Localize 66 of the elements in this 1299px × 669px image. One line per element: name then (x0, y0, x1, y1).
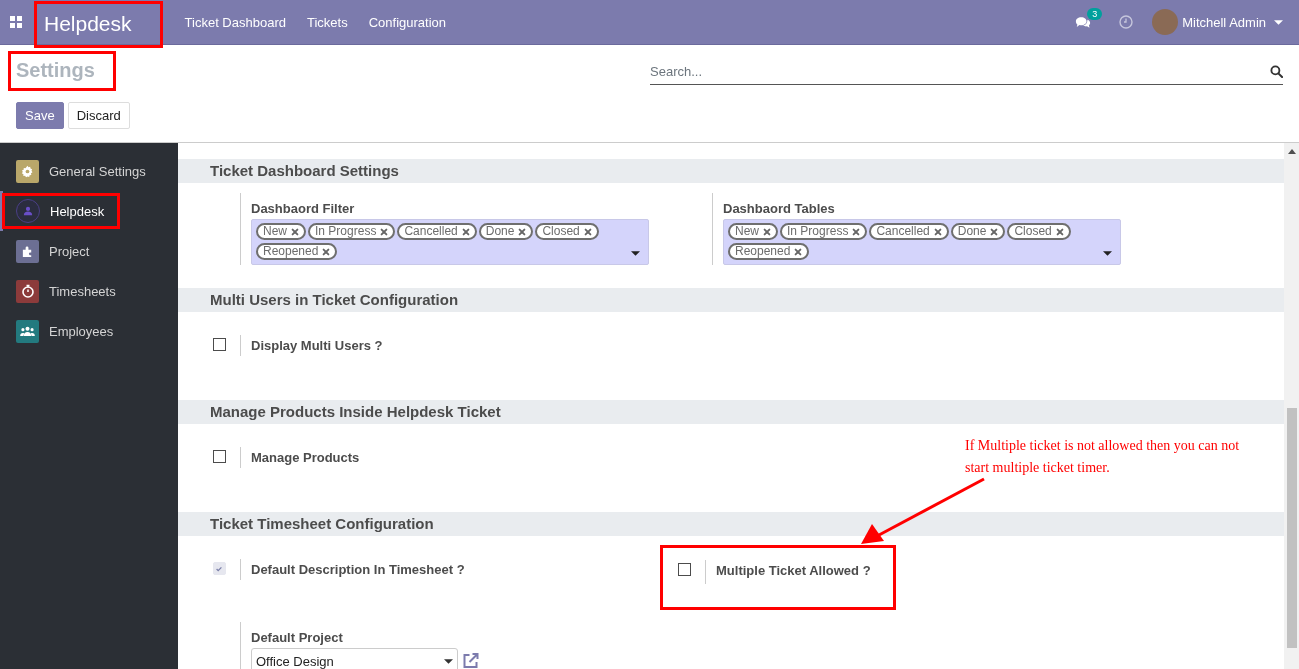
remove-icon[interactable] (794, 247, 803, 256)
external-link-icon[interactable] (461, 652, 480, 669)
setting-label: Default Project (251, 630, 344, 645)
sidebar-item[interactable]: General Settings (0, 151, 178, 191)
setting-label: Default Description In Timesheet ? (251, 562, 466, 577)
project-select[interactable]: Office Design (251, 648, 458, 669)
tag-chip: Reopened (728, 243, 810, 260)
sidebar-item[interactable]: Employees (0, 311, 178, 351)
setting-label: Display Multi Users ? (251, 338, 384, 353)
remove-icon[interactable] (322, 247, 331, 256)
remove-icon[interactable] (763, 227, 771, 236)
remove-icon[interactable] (380, 227, 389, 236)
tag-chip: In Progress (308, 223, 396, 240)
section-header: Manage Products Inside Helpdesk Ticket (178, 400, 1284, 424)
tag-chip: Closed (535, 223, 599, 240)
user-menu[interactable]: Mitchell Admin (1182, 14, 1266, 30)
search-field[interactable]: Search... (650, 59, 1266, 85)
tag-chip: In Progress (780, 223, 868, 240)
section-header: Ticket Timesheet Configuration (178, 512, 1284, 536)
save-button[interactable]: Save (16, 102, 64, 129)
remove-icon[interactable] (990, 227, 999, 236)
scroll-up-arrow-icon[interactable] (1287, 149, 1296, 154)
caret-icon[interactable] (631, 251, 640, 256)
sidebar-item[interactable]: Timesheets (0, 271, 178, 311)
nav-menu-item[interactable]: Tickets (306, 14, 348, 30)
discard-button[interactable]: Discard (67, 102, 130, 129)
remove-icon[interactable] (1055, 227, 1064, 236)
nav-menu-item[interactable]: Configuration (368, 14, 446, 30)
caret-icon (444, 658, 453, 664)
tag-chip: New (256, 223, 306, 240)
tag-chip: New (728, 223, 778, 240)
annotation-note: If Multiple ticket is not allowed then you can not start multiple ticket timer. (965, 437, 1241, 477)
nav-menu-item[interactable]: Ticket Dashboard (184, 14, 286, 30)
tags-field[interactable]: New In Progress Cancelled Done Closed Reopened (251, 219, 649, 265)
scrollbar[interactable] (1284, 143, 1299, 669)
tag-chip: Done (478, 223, 534, 240)
check-icon (215, 564, 223, 573)
tag-chip: Cancelled (869, 223, 949, 240)
checkbox[interactable] (677, 563, 691, 576)
page-title: Settings (8, 51, 116, 91)
tag-chip: Done (950, 223, 1006, 240)
tag-chip: Reopened (256, 243, 338, 260)
apps-menu-icon[interactable] (10, 16, 22, 28)
caret-icon[interactable] (1103, 251, 1112, 256)
chat-icon[interactable] (1075, 15, 1092, 29)
tag-chip: Cancelled (397, 223, 477, 240)
section-header: Ticket Dashboard Settings (178, 159, 1284, 183)
tags-field[interactable]: New In Progress Cancelled Done Closed Reopened (723, 219, 1121, 265)
setting-label: Dashbaord Tables (723, 201, 836, 216)
tag-chip: Closed (1007, 223, 1071, 240)
setting-label: Dashbaord Filter (251, 201, 356, 216)
remove-icon[interactable] (852, 227, 861, 236)
remove-icon[interactable] (583, 227, 592, 236)
setting-label: Multiple Ticket Allowed ? (716, 563, 872, 578)
setting-label: Manage Products (251, 450, 361, 465)
checkbox[interactable] (212, 338, 226, 351)
checkbox[interactable] (212, 450, 226, 463)
remove-icon[interactable] (291, 227, 299, 236)
sidebar-item[interactable]: Project (0, 231, 178, 271)
message-count-badge: 3 (1087, 7, 1103, 20)
remove-icon[interactable] (518, 227, 527, 236)
remove-icon[interactable] (933, 227, 942, 236)
section-header: Multi Users in Ticket Configuration (178, 288, 1284, 312)
sidebar-item[interactable]: Helpdesk (0, 191, 122, 231)
app-brand[interactable]: Helpdesk (34, 0, 163, 48)
remove-icon[interactable] (461, 227, 470, 236)
